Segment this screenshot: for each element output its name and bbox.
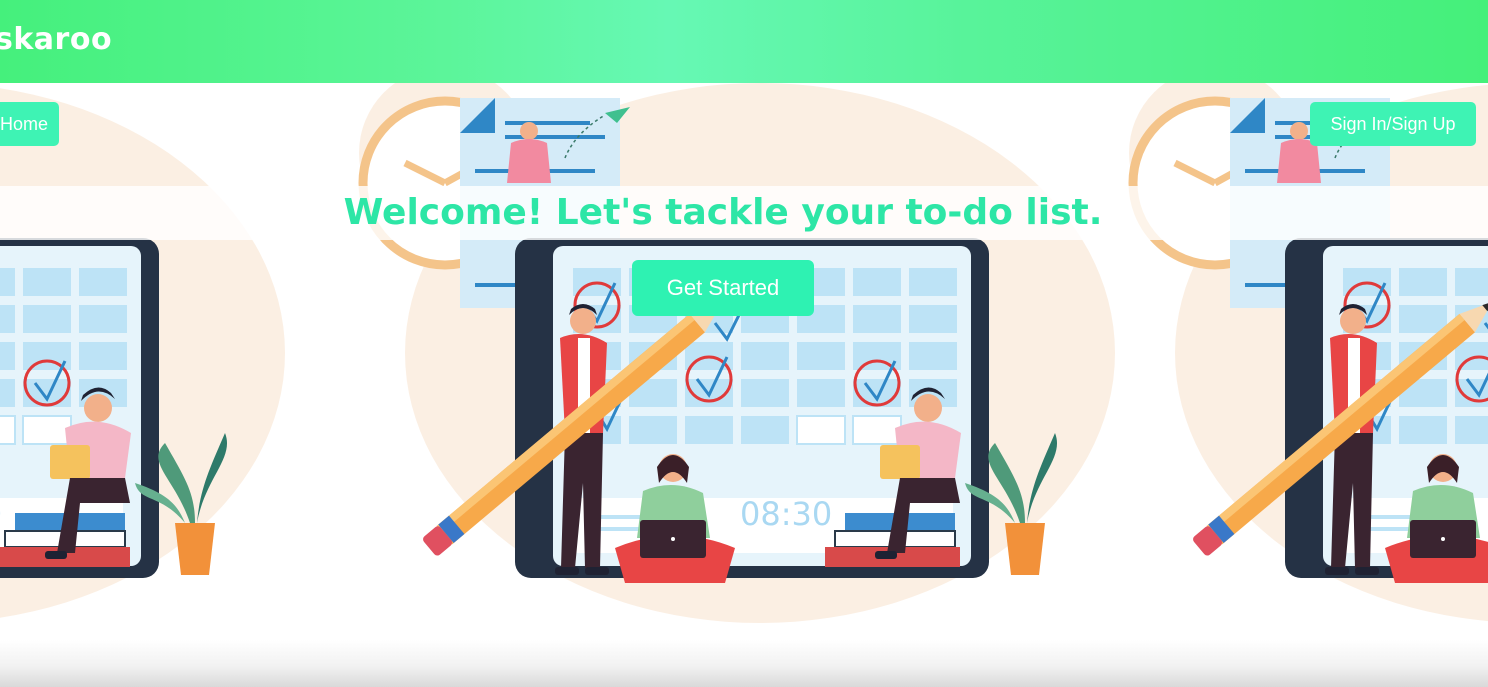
home-button[interactable]: Home (0, 102, 59, 146)
top-header: skaroo (0, 0, 1488, 83)
bottom-fade (0, 640, 1488, 687)
signin-signup-button[interactable]: Sign In/Sign Up (1310, 102, 1476, 146)
tablet-clock-readout-left: 08:30 (0, 495, 2, 533)
tablet-clock-readout: 08:30 (740, 495, 833, 533)
get-started-button[interactable]: Get Started (632, 260, 814, 316)
welcome-headline: Welcome! Let's tackle your to-do list. (343, 192, 1103, 233)
brand-logo-text[interactable]: skaroo (0, 22, 112, 57)
hero-illustration (0, 83, 1488, 643)
hero-background: 08:30 08:30 (0, 83, 1488, 643)
